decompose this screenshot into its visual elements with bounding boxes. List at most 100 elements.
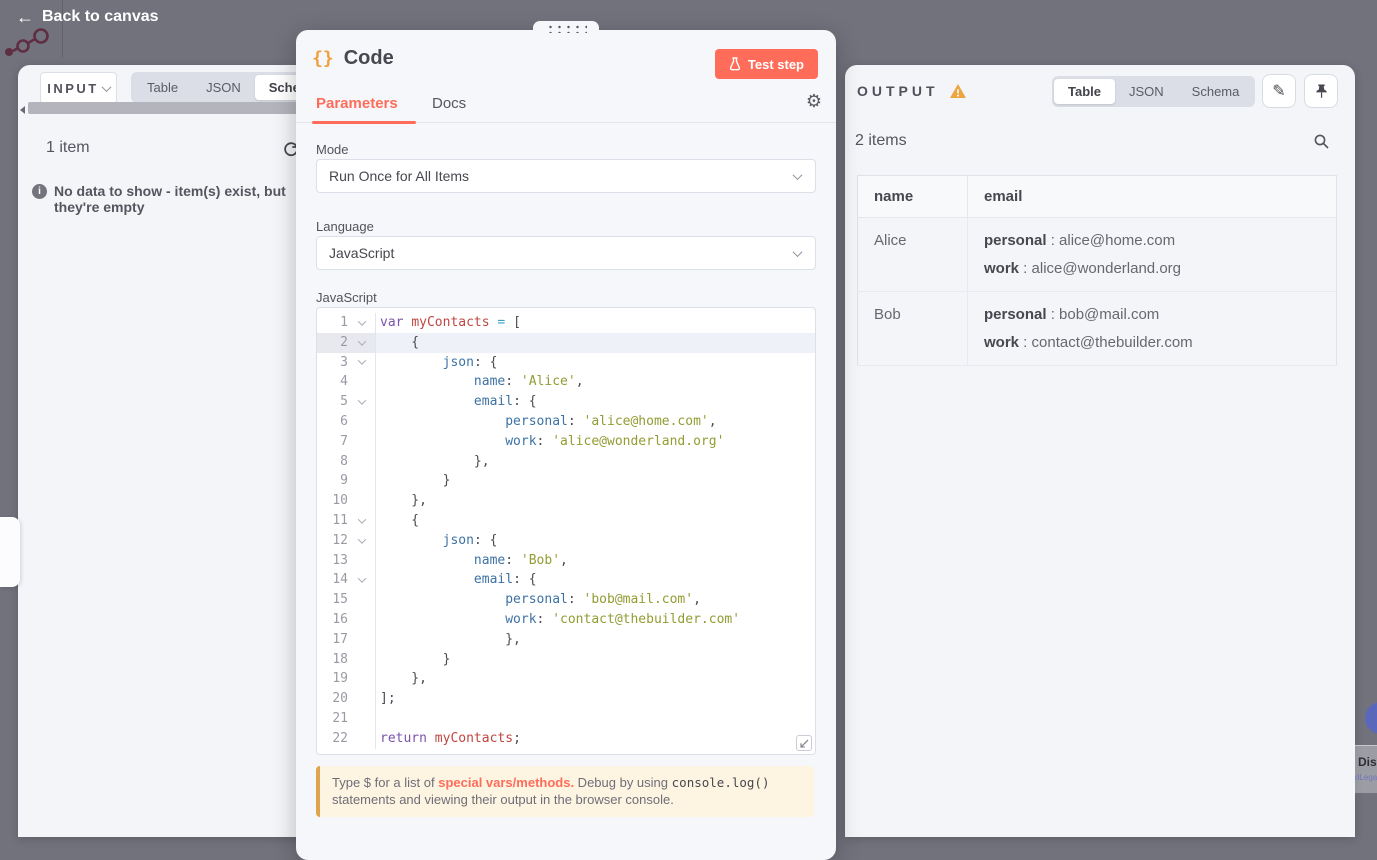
notice-text: Type $ for a list of [332,775,438,790]
code-line-text: personal: 'bob@mail.com', [375,590,815,610]
code-line-1[interactable]: 1var myContacts = [ [317,313,815,333]
line-number: 3 [317,353,353,373]
no-data-message: i No data to show - item(s) exist, but t… [32,183,302,215]
editor-gutter: 15 [317,590,375,610]
line-number: 14 [317,570,353,590]
fold-chevron-icon[interactable] [358,396,366,404]
notice-text: statements and viewing their output in t… [332,792,674,807]
modal-tab-bar: Parameters Docs ⚙ [296,88,836,123]
background-text: Dis [1358,755,1377,769]
search-icon[interactable] [1313,133,1330,150]
fold-chevron-icon[interactable] [358,317,366,325]
input-tab-table[interactable]: Table [133,75,192,100]
scroll-left-arrow[interactable] [20,106,25,114]
code-line-text: personal: 'alice@home.com', [375,412,815,432]
line-number: 15 [317,590,353,610]
fold-chevron-icon[interactable] [358,535,366,543]
code-line-text: }, [375,452,815,472]
code-line-4[interactable]: 4 name: 'Alice', [317,372,815,392]
pencil-icon: ✎ [1272,81,1285,101]
code-line-13[interactable]: 13 name: 'Bob', [317,551,815,571]
code-line-2[interactable]: 2 { [317,333,815,353]
notice-text: Debug by using [574,775,672,790]
output-panel: OUTPUT TableJSONSchema ✎ 2 items nameema… [845,65,1355,837]
language-value: JavaScript [329,245,394,261]
editor-gutter: 16 [317,610,375,630]
input-node-select[interactable]: INPUT [40,72,117,104]
back-to-canvas-link[interactable]: ← Back to canvas [16,8,159,26]
line-number: 5 [317,392,353,412]
code-line-text: email: { [375,392,815,412]
fold-chevron-icon[interactable] [358,515,366,523]
input-items-count: 1 item [46,139,90,157]
code-line-22[interactable]: 22return myContacts; [317,729,815,749]
editor-label: JavaScript [316,290,377,305]
code-line-19[interactable]: 19 }, [317,669,815,689]
line-number: 22 [317,729,353,749]
fold-chevron-icon[interactable] [358,337,366,345]
back-arrow-icon: ← [16,8,34,26]
code-editor[interactable]: 1var myContacts = [2 {3 json: {4 name: '… [316,307,816,755]
code-line-5[interactable]: 5 email: { [317,392,815,412]
no-data-line1: No data to show - item(s) exist, but [54,183,286,199]
code-line-7[interactable]: 7 work: 'alice@wonderland.org' [317,432,815,452]
editor-gutter: 12 [317,531,375,551]
editor-gutter: 9 [317,471,375,491]
dimmed-canvas-strip: Dis dLega [1355,0,1377,837]
code-line-3[interactable]: 3 json: { [317,353,815,373]
output-tab-table[interactable]: Table [1054,79,1115,104]
cell-email: personal : alice@home.comwork : alice@wo… [968,218,1337,292]
line-number: 13 [317,551,353,571]
special-vars-link[interactable]: special vars/methods. [438,775,574,790]
background-subtext: dLega [1355,773,1377,782]
fold-chevron-icon[interactable] [358,357,366,365]
collapsed-panel-handle[interactable] [0,517,20,587]
code-line-text: }, [375,669,815,689]
modal-drag-handle[interactable] [533,21,599,39]
code-line-9[interactable]: 9 } [317,471,815,491]
code-line-17[interactable]: 17 }, [317,630,815,650]
code-line-20[interactable]: 20]; [317,689,815,709]
background-widget-panel: Dis dLega [1355,745,1377,793]
code-line-18[interactable]: 18 } [317,650,815,670]
chevron-down-icon [793,170,803,180]
input-tab-json[interactable]: JSON [192,75,255,100]
info-icon: i [32,184,47,199]
cell-name: Bob [858,292,968,366]
code-line-6[interactable]: 6 personal: 'alice@home.com', [317,412,815,432]
tab-parameters[interactable]: Parameters [316,95,398,112]
mode-select[interactable]: Run Once for All Items [316,159,816,193]
code-line-8[interactable]: 8 }, [317,452,815,472]
code-line-14[interactable]: 14 email: { [317,570,815,590]
tab-docs[interactable]: Docs [432,95,466,112]
editor-gutter: 17 [317,630,375,650]
fold-chevron-icon[interactable] [358,575,366,583]
output-tab-json[interactable]: JSON [1115,79,1178,104]
warning-icon [949,83,967,99]
code-node-modal: {} Code Test step Parameters Docs ⚙ Mode… [296,30,836,860]
column-header-name: name [858,176,968,218]
test-step-button[interactable]: Test step [715,49,818,79]
output-tab-schema[interactable]: Schema [1178,79,1254,104]
line-number: 7 [317,432,353,452]
edit-output-button[interactable]: ✎ [1262,74,1296,108]
output-data-table: nameemail Alicepersonal : alice@home.com… [857,175,1337,366]
console-log-code: console.log() [672,775,770,790]
code-line-15[interactable]: 15 personal: 'bob@mail.com', [317,590,815,610]
language-select[interactable]: JavaScript [316,236,816,270]
editor-resize-handle[interactable] [796,735,812,751]
pin-data-button[interactable] [1304,74,1338,108]
line-number: 16 [317,610,353,630]
table-row: Alicepersonal : alice@home.comwork : ali… [858,218,1337,292]
line-number: 11 [317,511,353,531]
editor-gutter: 20 [317,689,375,709]
code-line-16[interactable]: 16 work: 'contact@thebuilder.com' [317,610,815,630]
modal-title: Code [344,47,394,70]
gear-icon[interactable]: ⚙ [806,92,822,110]
cell-email: personal : bob@mail.comwork : contact@th… [968,292,1337,366]
code-line-10[interactable]: 10 }, [317,491,815,511]
code-line-12[interactable]: 12 json: { [317,531,815,551]
code-line-21[interactable]: 21 [317,709,815,729]
editor-gutter: 7 [317,432,375,452]
code-line-11[interactable]: 11 { [317,511,815,531]
